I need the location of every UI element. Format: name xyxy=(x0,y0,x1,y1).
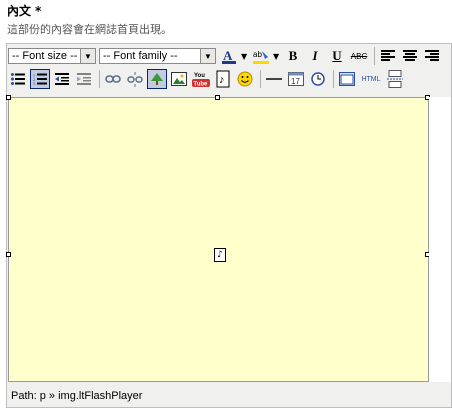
chevron-down-icon: ▼ xyxy=(80,49,95,63)
bold-button[interactable]: B xyxy=(283,46,303,66)
bullet-list-icon xyxy=(11,73,25,85)
horizontal-rule-icon xyxy=(266,78,282,80)
highlight-icon: ab xyxy=(253,50,269,64)
field-label-text: 內文 xyxy=(7,4,32,18)
window-icon xyxy=(339,72,355,86)
svg-text:♪: ♪ xyxy=(219,74,225,86)
svg-text:ab: ab xyxy=(253,50,262,59)
unlink-button[interactable] xyxy=(125,69,145,89)
editor-status-path: Path: p » img.ltFlashPlayer xyxy=(8,386,451,406)
italic-button[interactable]: I xyxy=(305,46,325,66)
music-file-icon: ♪ xyxy=(216,70,230,88)
highlight-dropdown-icon[interactable]: ▼ xyxy=(273,52,281,61)
insert-image-button[interactable] xyxy=(169,69,189,89)
editor-content-area[interactable]: ♪ xyxy=(6,95,430,382)
underline-button[interactable]: U xyxy=(327,46,347,66)
highlight-color-button[interactable]: ab xyxy=(251,46,271,66)
svg-text:You: You xyxy=(194,73,205,79)
font-size-value: -- Font size -- xyxy=(12,50,78,62)
field-label: 內文 * xyxy=(7,2,41,19)
text-color-button[interactable]: A xyxy=(219,46,239,66)
required-mark: * xyxy=(35,4,42,18)
align-right-button[interactable] xyxy=(422,46,442,66)
text-color-dropdown-icon[interactable]: ▼ xyxy=(241,52,249,61)
rich-text-editor: -- Font size -- ▼ -- Font family -- ▼ A … xyxy=(6,43,452,408)
chevron-down-icon: ▼ xyxy=(200,49,215,63)
page-break-button[interactable] xyxy=(385,69,405,89)
toolbar-row-2: 123 You Tube ♪ 17 HTML xyxy=(8,68,407,90)
align-center-button[interactable] xyxy=(400,46,420,66)
youtube-icon: You Tube xyxy=(192,73,210,88)
toolbar-separator xyxy=(99,70,100,88)
svg-text:Tube: Tube xyxy=(194,82,209,88)
resize-handle-n[interactable] xyxy=(215,95,220,100)
html-source-button[interactable]: HTML xyxy=(359,69,383,89)
outdent-icon xyxy=(55,73,69,85)
font-size-select[interactable]: -- Font size -- ▼ xyxy=(8,48,96,64)
font-family-value: -- Font family -- xyxy=(103,50,178,62)
smiley-icon xyxy=(237,71,253,87)
font-family-select[interactable]: -- Font family -- ▼ xyxy=(99,48,216,64)
fullscreen-button[interactable] xyxy=(337,69,357,89)
emoticon-button[interactable] xyxy=(235,69,255,89)
indent-icon xyxy=(77,73,91,85)
insert-link-button[interactable] xyxy=(103,69,123,89)
align-left-icon xyxy=(381,50,395,61)
bullet-list-button[interactable] xyxy=(8,69,28,89)
youtube-button[interactable]: You Tube xyxy=(191,69,211,89)
image-icon xyxy=(171,72,187,86)
svg-text:A: A xyxy=(223,48,233,63)
resize-handle-nw[interactable] xyxy=(6,95,11,100)
align-center-icon xyxy=(403,50,417,61)
toolbar-separator xyxy=(260,70,261,88)
resize-handle-w[interactable] xyxy=(6,252,11,257)
anchor-button[interactable] xyxy=(147,69,167,89)
tree-icon xyxy=(151,73,163,85)
field-hint: 這部份的內容會在網誌首頁出現。 xyxy=(7,23,172,36)
numbered-list-icon: 123 xyxy=(33,73,47,85)
editor-right-gutter xyxy=(429,97,451,382)
indent-button[interactable] xyxy=(74,69,94,89)
strikethrough-button[interactable]: ABC xyxy=(349,46,369,66)
toolbar-separator xyxy=(333,70,334,88)
svg-text:3: 3 xyxy=(33,81,35,85)
toolbar-separator xyxy=(374,47,375,65)
align-right-icon xyxy=(425,50,439,61)
clock-icon xyxy=(311,72,325,86)
align-left-button[interactable] xyxy=(378,46,398,66)
toolbar-row-1: -- Font size -- ▼ -- Font family -- ▼ A … xyxy=(8,45,444,67)
page-break-icon xyxy=(387,70,403,88)
unlink-icon xyxy=(127,72,143,87)
outdent-button[interactable] xyxy=(52,69,72,89)
text-color-icon: A xyxy=(222,48,236,64)
insert-time-button[interactable] xyxy=(308,69,328,89)
insert-date-button[interactable]: 17 xyxy=(286,69,306,89)
link-icon xyxy=(105,75,121,83)
svg-text:17: 17 xyxy=(291,77,300,86)
flash-player-button[interactable]: ♪ xyxy=(213,69,233,89)
horizontal-rule-button[interactable] xyxy=(264,69,284,89)
calendar-icon: 17 xyxy=(288,72,304,86)
numbered-list-button[interactable]: 123 xyxy=(30,69,50,89)
flash-player-placeholder-icon[interactable]: ♪ xyxy=(214,248,226,262)
